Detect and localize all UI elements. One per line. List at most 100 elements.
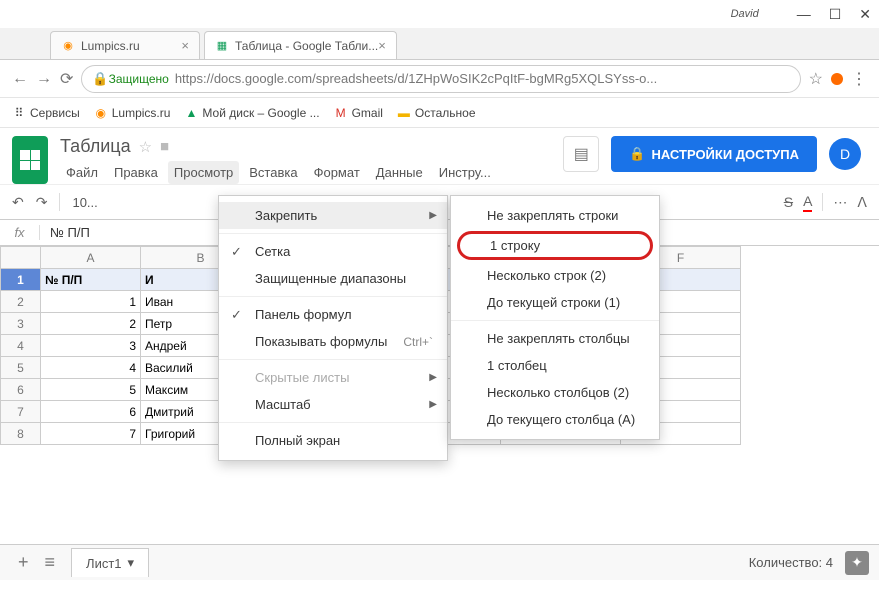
menu-file[interactable]: Файл — [60, 161, 104, 184]
menu-insert[interactable]: Вставка — [243, 161, 303, 184]
menu-view[interactable]: Просмотр — [168, 161, 239, 184]
menu-bar: Файл Правка Просмотр Вставка Формат Данн… — [60, 161, 497, 184]
menu-protected-ranges[interactable]: Защищенные диапазоны — [219, 265, 447, 292]
freeze-upto-col[interactable]: До текущего столбца (A) — [451, 406, 659, 433]
menu-show-formulas[interactable]: Показывать формулыCtrl+` — [219, 328, 447, 355]
row-header[interactable]: 5 — [1, 357, 41, 379]
freeze-multi-rows[interactable]: Несколько строк (2) — [451, 262, 659, 289]
zoom-select[interactable]: 10... — [72, 195, 97, 210]
fx-icon: fx — [0, 225, 40, 240]
freeze-no-cols[interactable]: Не закреплять столбцы — [451, 325, 659, 352]
maximize-button[interactable]: ☐ — [829, 6, 842, 23]
collapse-button[interactable]: ᐱ — [857, 194, 867, 211]
submenu-arrow-icon: ▶ — [429, 399, 437, 410]
row-header[interactable]: 1 — [1, 269, 41, 291]
url-text: https://docs.google.com/spreadsheets/d/1… — [175, 71, 657, 86]
cell[interactable]: 4 — [41, 357, 141, 379]
row-header[interactable]: 3 — [1, 313, 41, 335]
doc-title[interactable]: Таблица — [60, 136, 131, 157]
bookmark-drive[interactable]: ▲Мой диск – Google ... — [184, 106, 319, 120]
menu-hidden-sheets: Скрытые листы▶ — [219, 364, 447, 391]
row-header[interactable]: 4 — [1, 335, 41, 357]
sheets-logo-icon[interactable] — [12, 136, 48, 184]
row-header[interactable]: 6 — [1, 379, 41, 401]
sheet-tab[interactable]: Лист1▾ — [71, 548, 149, 577]
favicon-icon: ◉ — [61, 39, 75, 53]
cell[interactable]: 3 — [41, 335, 141, 357]
bookmark-other[interactable]: ▬Остальное — [397, 106, 476, 120]
lock-icon: 🔒 — [629, 146, 645, 162]
share-button[interactable]: 🔒НАСТРОЙКИ ДОСТУПА — [611, 136, 817, 172]
freeze-no-rows[interactable]: Не закреплять строки — [451, 202, 659, 229]
menu-freeze[interactable]: Закрепить▶ — [219, 202, 447, 229]
freeze-one-col[interactable]: 1 столбец — [451, 352, 659, 379]
cell[interactable]: 6 — [41, 401, 141, 423]
comments-button[interactable]: ▤ — [563, 136, 599, 172]
row-header[interactable]: 7 — [1, 401, 41, 423]
redo-button[interactable]: ↷ — [36, 194, 48, 211]
address-bar: ← → ⟳ 🔒 Защищено https://docs.google.com… — [0, 60, 879, 98]
lock-icon: 🔒 — [92, 71, 108, 87]
shortcut-label: Ctrl+` — [403, 335, 433, 349]
gmail-icon: M — [334, 106, 348, 120]
url-input[interactable]: 🔒 Защищено https://docs.google.com/sprea… — [81, 65, 800, 93]
select-all-corner[interactable] — [1, 247, 41, 269]
cell[interactable]: 2 — [41, 313, 141, 335]
folder-icon[interactable]: ■ — [160, 138, 169, 155]
menu-edit[interactable]: Правка — [108, 161, 164, 184]
bookmark-services[interactable]: ⠿Сервисы — [12, 106, 80, 120]
folder-icon: ▬ — [397, 106, 411, 120]
minimize-button[interactable]: — — [797, 6, 811, 22]
bookmark-lumpics[interactable]: ◉Lumpics.ru — [94, 106, 171, 120]
menu-tools[interactable]: Инстру... — [433, 161, 497, 184]
row-header[interactable]: 2 — [1, 291, 41, 313]
secure-label: Защищено — [109, 72, 169, 86]
check-icon: ✓ — [231, 307, 242, 323]
submenu-arrow-icon: ▶ — [429, 210, 437, 221]
favicon-icon: ▦ — [215, 39, 229, 53]
column-header[interactable]: A — [41, 247, 141, 269]
undo-button[interactable]: ↶ — [12, 194, 24, 211]
tab-close-icon[interactable]: × — [181, 38, 189, 53]
browser-tab[interactable]: ▦ Таблица - Google Табли... × — [204, 31, 397, 59]
menu-gridlines[interactable]: ✓Сетка — [219, 238, 447, 265]
cell[interactable]: 5 — [41, 379, 141, 401]
freeze-multi-cols[interactable]: Несколько столбцов (2) — [451, 379, 659, 406]
reload-button[interactable]: ⟳ — [60, 69, 73, 89]
text-color-button[interactable]: A — [803, 193, 812, 212]
site-icon: ◉ — [94, 106, 108, 120]
cell[interactable]: 1 — [41, 291, 141, 313]
bookmark-star-icon[interactable]: ☆ — [809, 69, 823, 89]
close-button[interactable]: ✕ — [859, 6, 871, 23]
freeze-one-row[interactable]: 1 строку — [457, 231, 653, 260]
row-header[interactable]: 8 — [1, 423, 41, 445]
cell[interactable]: № П/П — [41, 269, 141, 291]
browser-menu-icon[interactable]: ⋮ — [851, 69, 867, 89]
user-avatar[interactable]: D — [829, 138, 861, 170]
cell[interactable]: 7 — [41, 423, 141, 445]
bookmark-gmail[interactable]: MGmail — [334, 106, 383, 120]
menu-format[interactable]: Формат — [308, 161, 366, 184]
all-sheets-button[interactable]: ≡ — [37, 548, 64, 577]
menu-data[interactable]: Данные — [370, 161, 429, 184]
forward-button[interactable]: → — [36, 70, 52, 88]
freeze-upto-row[interactable]: До текущей строки (1) — [451, 289, 659, 316]
add-sheet-button[interactable]: + — [10, 548, 37, 577]
browser-tab[interactable]: ◉ Lumpics.ru × — [50, 31, 200, 59]
explore-button[interactable]: ✦ — [845, 551, 869, 575]
window-titlebar: David — ☐ ✕ — [0, 0, 879, 28]
more-button[interactable]: ⋯ — [833, 194, 847, 211]
strikethrough-button[interactable]: S — [784, 194, 793, 210]
extension-icon[interactable] — [831, 73, 843, 85]
tab-close-icon[interactable]: × — [378, 38, 386, 53]
menu-formula-bar[interactable]: ✓Панель формул — [219, 301, 447, 328]
comment-icon: ▤ — [574, 144, 589, 164]
browser-tabs: ◉ Lumpics.ru × ▦ Таблица - Google Табли.… — [0, 28, 879, 60]
chevron-down-icon: ▾ — [128, 555, 135, 571]
check-icon: ✓ — [231, 244, 242, 260]
menu-zoom[interactable]: Масштаб▶ — [219, 391, 447, 418]
back-button[interactable]: ← — [12, 70, 28, 88]
star-icon[interactable]: ☆ — [139, 138, 152, 156]
menu-fullscreen[interactable]: Полный экран — [219, 427, 447, 454]
tab-title: Таблица - Google Табли... — [235, 39, 378, 53]
